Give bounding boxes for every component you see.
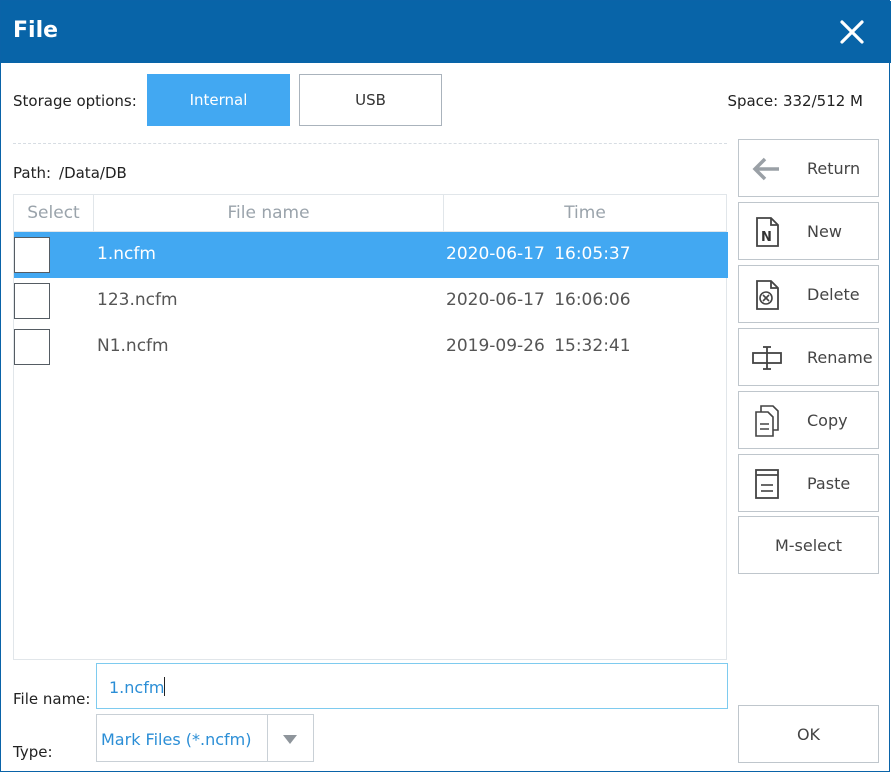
rename-label: Rename [807,348,873,367]
table-row[interactable]: 1.ncfm 2020-06-17 16:05:37 [14,232,728,278]
row-checkbox[interactable] [14,329,50,365]
row-time: 2020-06-17 16:06:06 [446,290,631,310]
file-name-value: 1.ncfm [109,678,165,697]
column-header-select: Select [14,195,94,231]
storage-usb-label: USB [355,91,386,109]
row-file-name: N1.ncfm [97,336,169,356]
row-time: 2020-06-17 16:05:37 [446,244,631,264]
copy-button[interactable]: Copy [738,391,879,449]
path-value: /Data/DB [59,164,127,182]
m-select-button[interactable]: M-select [738,516,879,574]
arrow-left-icon [752,157,779,181]
paste-label: Paste [807,474,851,493]
table-header: Select File name Time [14,195,726,232]
svg-text:N: N [761,230,772,245]
row-checkbox[interactable] [14,283,50,319]
return-label: Return [807,159,861,178]
storage-usb-button[interactable]: USB [299,74,442,126]
column-header-file-name: File name [94,195,444,231]
file-name-label: File name: [13,690,91,708]
title-bar: File [1,1,891,63]
table-row[interactable]: 123.ncfm 2020-06-17 16:06:06 [14,278,728,324]
column-header-time: Time [564,203,606,223]
file-table: Select File name Time 1.ncfm 2020-06-17 … [13,194,728,660]
space-indicator: Space: 332/512 M [727,92,863,110]
row-file-name: 1.ncfm [97,244,156,264]
storage-internal-button[interactable]: Internal [147,74,290,126]
file-name-input[interactable]: 1.ncfm [96,663,728,709]
new-file-icon: N [756,217,779,247]
copy-icon [755,405,779,437]
close-button[interactable] [835,15,869,49]
dialog-title: File [13,18,59,43]
select-divider [267,715,268,761]
table-row[interactable]: N1.ncfm 2019-09-26 15:32:41 [14,324,728,370]
new-label: New [807,222,842,241]
storage-internal-label: Internal [189,91,248,109]
delete-button[interactable]: Delete [738,265,879,323]
paste-icon [755,469,779,499]
ok-button[interactable]: OK [738,705,879,763]
divider [13,143,727,144]
row-checkbox[interactable] [14,237,50,273]
close-icon [840,20,864,44]
file-dialog: File Storage options: Internal USB Space… [0,0,891,772]
m-select-label: M-select [774,536,843,555]
type-select-value: Mark Files (*.ncfm) [101,730,252,749]
storage-options-label: Storage options: [13,92,137,110]
path-row: Path: /Data/DB [13,164,127,182]
type-label: Type: [13,743,53,761]
text-caret [164,677,166,696]
rename-icon [752,346,782,370]
copy-label: Copy [807,411,848,430]
row-file-name: 123.ncfm [97,290,178,310]
ok-label: OK [796,724,821,744]
return-button[interactable]: Return [738,139,879,197]
type-select[interactable]: Mark Files (*.ncfm) [96,714,314,762]
new-button[interactable]: N New [738,202,879,260]
delete-label: Delete [807,285,860,304]
row-time: 2019-09-26 15:32:41 [446,336,631,356]
delete-file-icon [756,280,779,310]
paste-button[interactable]: Paste [738,454,879,512]
rename-button[interactable]: Rename [738,328,879,386]
chevron-down-icon [283,735,297,744]
path-label: Path: [13,164,52,182]
